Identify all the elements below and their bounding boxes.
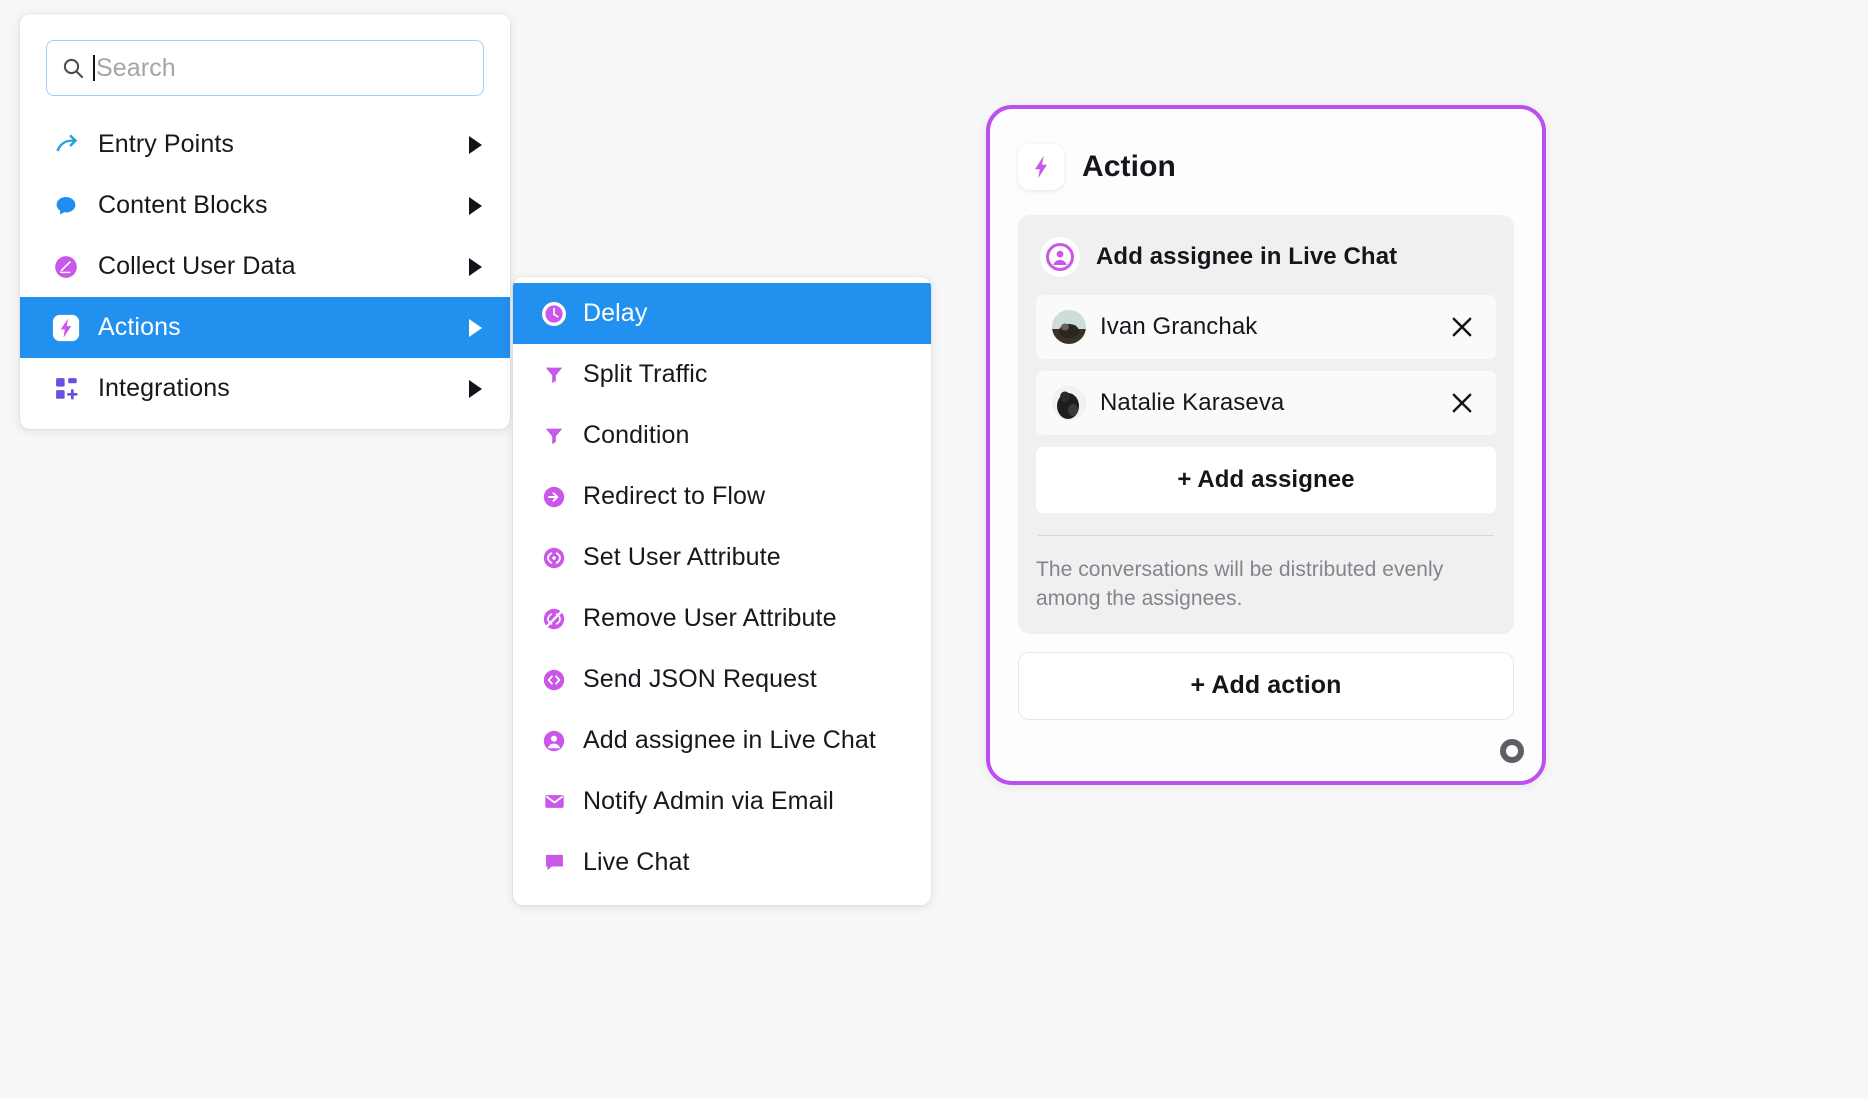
submenu-item-set-user-attribute[interactable]: Set User Attribute (513, 527, 931, 588)
action-node-card[interactable]: Action Add assignee in Live Chat Ivan Gr… (986, 105, 1546, 785)
menu-list: Entry Points Content Blocks Collect User… (20, 114, 510, 419)
arrow-right-circle-icon (541, 484, 567, 510)
chevron-right-icon (469, 318, 482, 337)
action-block-header: Add assignee in Live Chat (1040, 237, 1496, 277)
lightning-bolt-icon (52, 314, 80, 342)
submenu-item-label: Set User Attribute (583, 543, 781, 571)
envelope-icon (541, 789, 567, 815)
submenu-item-label: Send JSON Request (583, 665, 817, 693)
menu-item-actions[interactable]: Actions (20, 297, 510, 358)
code-circle-icon (541, 545, 567, 571)
chevron-right-icon (469, 196, 482, 215)
page-title: Action (1082, 150, 1176, 183)
submenu-item-label: Add assignee in Live Chat (583, 726, 876, 754)
menu-item-entry-points[interactable]: Entry Points (20, 114, 510, 175)
menu-item-integrations[interactable]: Integrations (20, 358, 510, 419)
grid-plus-icon (52, 375, 80, 403)
submenu-item-label: Redirect to Flow (583, 482, 766, 510)
remove-assignee-button[interactable] (1448, 313, 1476, 341)
action-card-header: Action (1018, 135, 1514, 199)
search-placeholder: Search (96, 53, 176, 82)
submenu-item-remove-user-attribute[interactable]: Remove User Attribute (513, 588, 931, 649)
chevron-right-icon (469, 135, 482, 154)
add-assignee-button[interactable]: + Add assignee (1036, 447, 1496, 513)
person-circle-icon (541, 728, 567, 754)
submenu-item-label: Notify Admin via Email (583, 787, 834, 815)
submenu-item-send-json-request[interactable]: Send JSON Request (513, 649, 931, 710)
text-cursor (93, 55, 95, 81)
action-block-title: Add assignee in Live Chat (1096, 243, 1398, 270)
chat-square-icon (541, 850, 567, 876)
submenu-item-live-chat[interactable]: Live Chat (513, 832, 931, 893)
menu-item-content-blocks[interactable]: Content Blocks (20, 175, 510, 236)
chevron-right-icon (469, 379, 482, 398)
add-action-button[interactable]: + Add action (1018, 651, 1514, 720)
divider (1038, 535, 1494, 536)
block-picker-menu: Search Entry Points Content Blocks Colle… (20, 14, 510, 429)
lightning-bolt-icon (1018, 144, 1064, 190)
submenu-item-label: Remove User Attribute (583, 604, 837, 632)
submenu-item-split-traffic[interactable]: Split Traffic (513, 344, 931, 405)
pencil-circle-icon (52, 253, 80, 281)
menu-item-label: Integrations (98, 374, 230, 402)
action-block-add-assignee: Add assignee in Live Chat Ivan Granchak … (1018, 215, 1514, 634)
funnel-icon (541, 423, 567, 449)
node-connector-handle[interactable] (1500, 739, 1524, 763)
actions-submenu: Delay Split Traffic Condition Redirect t… (513, 277, 931, 905)
submenu-item-condition[interactable]: Condition (513, 405, 931, 466)
submenu-item-label: Live Chat (583, 848, 690, 876)
code-slash-circle-icon (541, 606, 567, 632)
search-input[interactable]: Search (46, 40, 484, 96)
menu-item-label: Entry Points (98, 130, 234, 158)
submenu-item-label: Condition (583, 421, 690, 449)
assignee-row[interactable]: Ivan Granchak (1036, 295, 1496, 359)
submenu-item-notify-admin-via-email[interactable]: Notify Admin via Email (513, 771, 931, 832)
clock-icon (541, 301, 567, 327)
assignee-name: Ivan Granchak (1100, 313, 1258, 340)
submenu-item-add-assignee-in-live-chat[interactable]: Add assignee in Live Chat (513, 710, 931, 771)
chevron-right-icon (469, 257, 482, 276)
person-circle-icon (1040, 237, 1080, 277)
assignee-row[interactable]: Natalie Karaseva (1036, 371, 1496, 435)
json-circle-icon (541, 667, 567, 693)
menu-item-label: Actions (98, 313, 181, 341)
submenu-item-delay[interactable]: Delay (513, 283, 931, 344)
chat-bubble-icon (52, 192, 80, 220)
avatar (1052, 386, 1086, 420)
submenu-item-redirect-to-flow[interactable]: Redirect to Flow (513, 466, 931, 527)
remove-assignee-button[interactable] (1448, 389, 1476, 417)
submenu-item-label: Split Traffic (583, 360, 708, 388)
assignee-name: Natalie Karaseva (1100, 389, 1285, 416)
avatar (1052, 310, 1086, 344)
submenu-item-label: Delay (583, 299, 648, 327)
canvas: Search Entry Points Content Blocks Colle… (0, 0, 1868, 1098)
menu-item-label: Collect User Data (98, 252, 296, 280)
menu-item-label: Content Blocks (98, 191, 268, 219)
search-icon (61, 56, 85, 80)
assignee-hint-text: The conversations will be distributed ev… (1036, 558, 1444, 610)
arrow-curve-icon (52, 131, 80, 159)
menu-item-collect-user-data[interactable]: Collect User Data (20, 236, 510, 297)
funnel-icon (541, 362, 567, 388)
